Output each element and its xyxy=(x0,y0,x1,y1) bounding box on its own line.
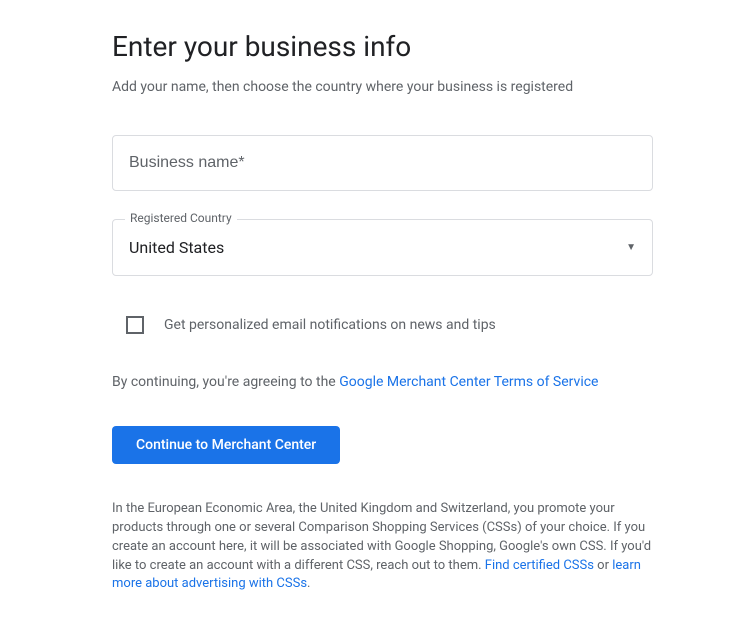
footer-suffix: . xyxy=(307,576,310,591)
terms-link[interactable]: Google Merchant Center Terms of Service xyxy=(339,374,598,390)
agreement-text: By continuing, you're agreeing to the Go… xyxy=(112,374,635,390)
page-subtitle: Add your name, then choose the country w… xyxy=(112,79,635,95)
country-select-label: Registered Country xyxy=(125,211,237,225)
page-title: Enter your business info xyxy=(112,30,635,63)
agreement-prefix: By continuing, you're agreeing to the xyxy=(112,374,339,390)
continue-button[interactable]: Continue to Merchant Center xyxy=(112,426,340,464)
chevron-down-icon: ▼ xyxy=(626,242,636,253)
email-notifications-row: Get personalized email notifications on … xyxy=(126,316,635,334)
email-notifications-label: Get personalized email notifications on … xyxy=(164,317,496,333)
country-select[interactable]: Registered Country United States ▼ xyxy=(112,219,653,276)
find-css-link[interactable]: Find certified CSSs xyxy=(485,558,594,573)
footer-connector: or xyxy=(594,558,612,573)
email-notifications-checkbox[interactable] xyxy=(126,316,144,334)
footer-text: In the European Economic Area, the Unite… xyxy=(112,500,653,594)
business-name-input[interactable] xyxy=(112,135,653,191)
country-select-value: United States xyxy=(129,238,224,257)
